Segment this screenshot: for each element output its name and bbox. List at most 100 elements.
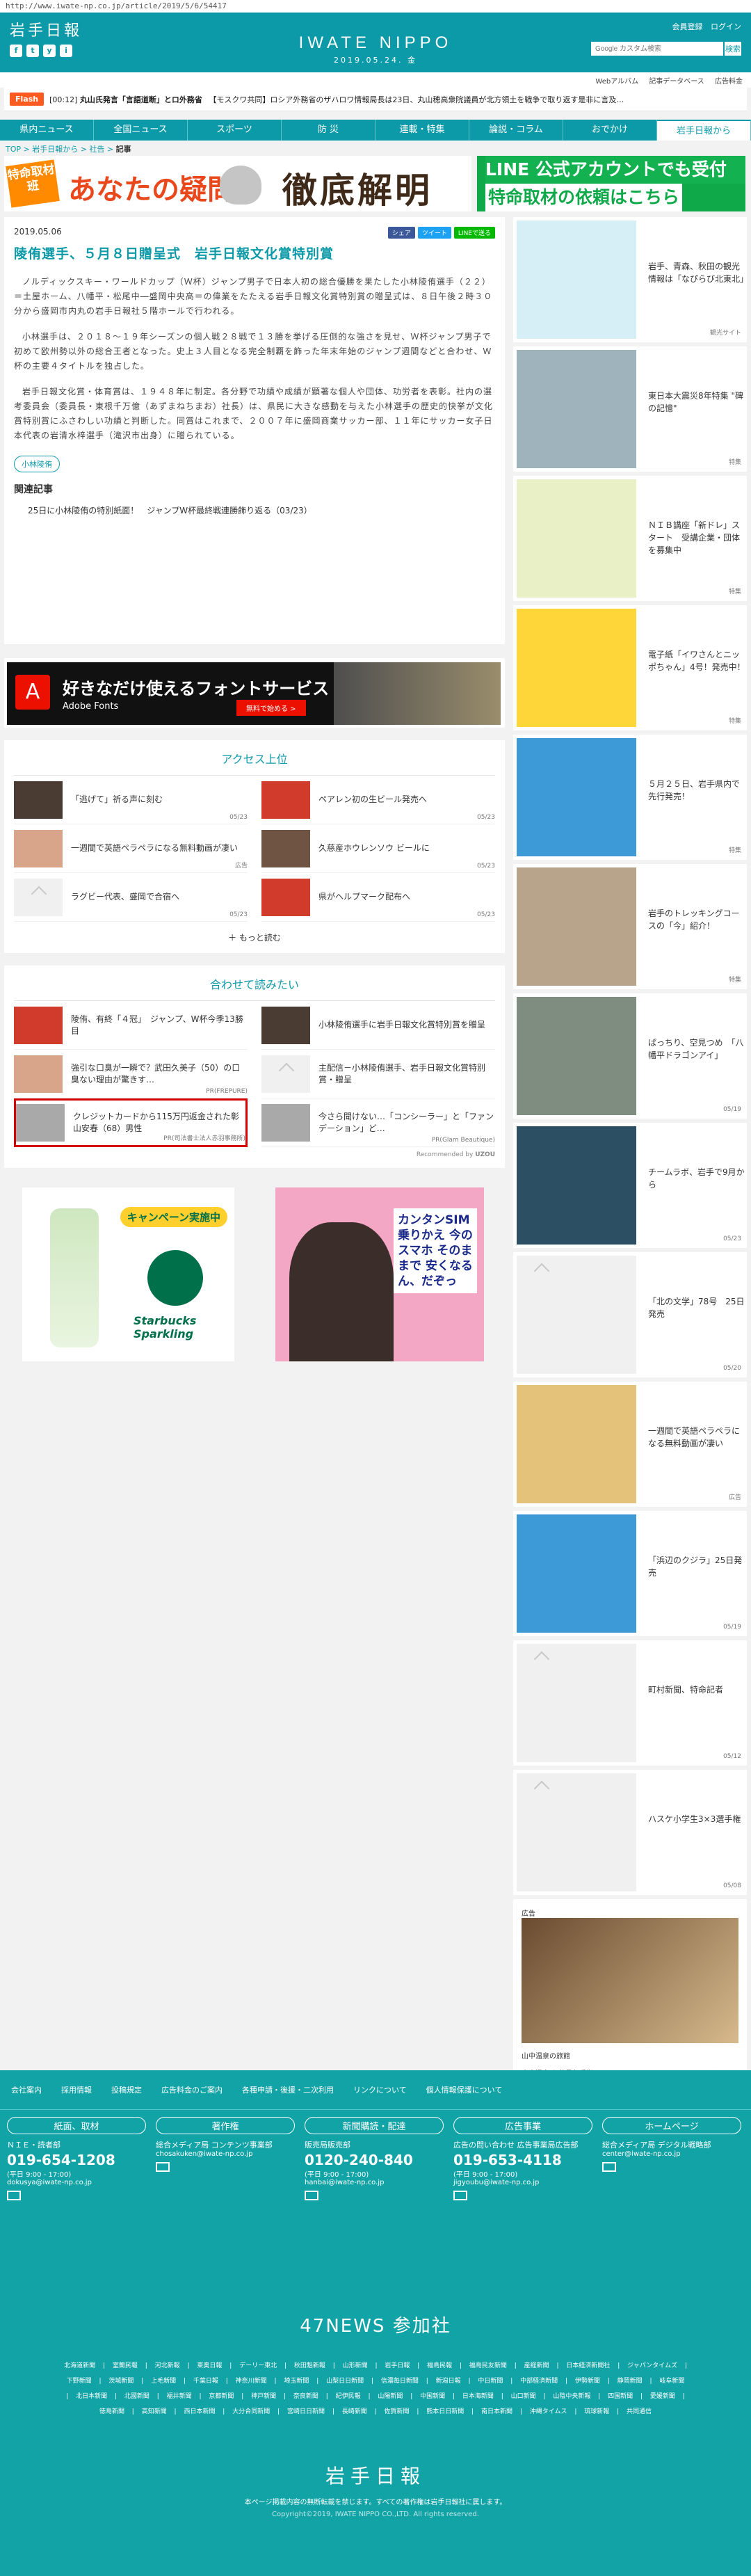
phone-number[interactable]: 019-653-4118 xyxy=(453,2152,592,2168)
sidebar-item[interactable]: 「浜辺のクジラ」25日発売 05/19 xyxy=(513,1511,747,1636)
sidebar-item-date: 広告 xyxy=(728,1494,741,1501)
email-link[interactable]: hanbai@iwate-np.co.jp xyxy=(305,2179,444,2186)
sidebar-item[interactable]: ５月２５日、岩手県内で先行発売！ 特集 xyxy=(513,735,747,860)
line-share-button[interactable]: LINEで送る xyxy=(453,227,495,239)
thumbnail xyxy=(517,867,636,986)
sidebar-item[interactable]: チームラボ、岩手で9月から 05/23 xyxy=(513,1123,747,1248)
footer-link[interactable]: 投稿規定 xyxy=(111,2084,142,2095)
nav-national-news[interactable]: 全国ニュース xyxy=(94,120,188,141)
facebook-icon[interactable]: f xyxy=(10,45,22,57)
email-link[interactable]: chosakuken@iwate-np.co.jp xyxy=(156,2150,295,2158)
footer-link[interactable]: 会社案内 xyxy=(11,2084,42,2095)
search-button[interactable]: 検索 xyxy=(725,42,741,56)
sidebar-item[interactable]: 東日本大震災8年特集 "碑の記憶" 特集 xyxy=(513,346,747,472)
register-link[interactable]: 会員登録 xyxy=(672,22,703,31)
nav-sports[interactable]: スポーツ xyxy=(188,120,282,141)
adobe-fonts-ad[interactable]: A 好きなだけ使えるフォントサービス Adobe Fonts 無料で始める > xyxy=(4,658,505,728)
subnav-album[interactable]: Webアルバム xyxy=(595,78,638,86)
read-together: 合わせて読みたい 陵侑、有終「４冠」 ジャンプ、W杯今季13勝目 小林陵侑選手に… xyxy=(4,966,505,1168)
phone-number[interactable]: 0120-240-840 xyxy=(305,2152,444,2168)
footer-logo[interactable]: 岩手日報 xyxy=(0,2461,751,2489)
related-link[interactable]: 25日に小林陵侑の特別紙面！ ジャンプW杯最終戦連勝飾り返る（03/23） xyxy=(28,504,495,516)
email-link[interactable]: jigyoubu@iwate-np.co.jp xyxy=(453,2179,592,2186)
ranking-item[interactable]: 久慈産ホウレンソウ ビールに 05/23 xyxy=(261,824,495,873)
special-report-banner[interactable]: 特命取材班 あなたの疑問 徹底解明 xyxy=(4,156,471,211)
mail-icon[interactable] xyxy=(7,2191,21,2200)
twitter-icon[interactable]: t xyxy=(26,45,39,57)
ranking-date: 05/23 xyxy=(477,911,495,918)
youtube-icon[interactable]: y xyxy=(43,45,56,57)
tweet-button[interactable]: ツイート xyxy=(417,227,451,239)
sidebar-item[interactable]: 一週間で英語ペラペラになる無料動画が凄い 広告 xyxy=(513,1382,747,1507)
mail-icon[interactable] xyxy=(453,2191,467,2200)
sidebar-item[interactable]: 町村新聞、特命記者 05/12 xyxy=(513,1640,747,1766)
sidebar-item[interactable]: 電子紙「イワさんとニッポちゃん」4号！発売中！ 特集 xyxy=(513,605,747,730)
footer-link[interactable]: 各種申請・後援・二次利用 xyxy=(242,2084,334,2095)
footer-link[interactable]: 広告料金のご案内 xyxy=(161,2084,223,2095)
instagram-icon[interactable]: i xyxy=(60,45,72,57)
nav-series[interactable]: 連載・特集 xyxy=(376,120,469,141)
footer-link[interactable]: リンクについて xyxy=(353,2084,407,2095)
recommended-by[interactable]: Recommended by UZOU xyxy=(14,1151,495,1158)
breadcrumb-notice[interactable]: 社告 xyxy=(89,145,104,154)
breadcrumb-top[interactable]: TOP xyxy=(6,145,21,154)
sidebar-item[interactable]: 岩手、青森、秋田の観光情報は「なぴらび北東北」 観光サイト xyxy=(513,217,748,342)
uq-mobile-ad[interactable]: カンタンSIM乗りかえ 今のスマホ そのままで 安くなるん、だぞっ xyxy=(275,1187,484,1361)
recommend-item[interactable]: 今さら聞けない…「コンシーラー」と「ファンデーション」ど… PR(Glam Bea… xyxy=(261,1098,495,1147)
site-logo[interactable]: 岩手日報 xyxy=(10,18,82,40)
breadcrumb-current: 記事 xyxy=(115,145,131,154)
starbucks-ad[interactable]: キャンペーン実施中 Starbucks Sparkling xyxy=(22,1187,234,1361)
email-link[interactable]: dokusya@iwate-np.co.jp xyxy=(7,2179,146,2186)
nav-disaster[interactable]: 防 災 xyxy=(282,120,376,141)
recommend-item[interactable]: 主配信－小林陵侑選手、岩手日報文化賞特別賞・贈呈 xyxy=(261,1050,495,1098)
partner-papers[interactable]: 北海道新聞 | 室蘭民報 | 河北新報 | 東奥日報 | デーリー東北 | 秋田… xyxy=(63,2358,688,2419)
recommend-item[interactable]: 強引な口臭が一瞬で？武田久美子（50）の口臭ない理由が驚きす… PR(FREPUR… xyxy=(14,1050,248,1098)
flash-text[interactable]: [00:12] 丸山氏発言「言語道断」とロ外務省 【モスクワ共同】ロシア外務省の… xyxy=(49,94,624,105)
contact-heading: ホームページ xyxy=(602,2117,741,2134)
recommend-item[interactable]: 陵侑、有終「４冠」 ジャンプ、W杯今季13勝目 xyxy=(14,1001,248,1050)
mail-icon[interactable] xyxy=(305,2191,318,2200)
footer-link[interactable]: 個人情報保護について xyxy=(426,2084,503,2095)
flash-ticker[interactable]: Flash [00:12] 丸山氏発言「言語道断」とロ外務省 【モスクワ共同】ロ… xyxy=(4,88,747,111)
contact-column: 新聞購読・配達 販売局販売部 0120-240-840 (平日 9:00 - 1… xyxy=(305,2117,444,2200)
nav-outing[interactable]: おでかけ xyxy=(563,120,657,141)
cat-illustration-icon xyxy=(220,166,261,205)
article-tag[interactable]: 小林陵侑 xyxy=(14,456,60,472)
ranking-item[interactable]: 「逃げて」祈る声に刻む 05/23 xyxy=(14,776,248,824)
footer-link[interactable]: 採用情報 xyxy=(61,2084,92,2095)
breadcrumb-from[interactable]: 岩手日報から xyxy=(32,145,78,154)
more-button[interactable]: ＋ もっと読む xyxy=(14,931,495,943)
ranking-item[interactable]: 県がヘルプマーク配布へ 05/23 xyxy=(261,873,495,922)
ranking-text: ラグビー代表、盛岡で合宿へ xyxy=(71,892,180,902)
phone-number[interactable]: 019-654-1208 xyxy=(7,2152,146,2168)
mail-icon[interactable] xyxy=(156,2162,170,2172)
sidebar-item[interactable]: ぱっちり、空見つめ 「八幡平ドラゴンアイ」 05/19 xyxy=(513,993,747,1119)
recommend-item-highlighted[interactable]: クレジットカードから115万円返金された彰山安春（68）男性 PR(司法書士法人赤… xyxy=(14,1098,248,1147)
ranking-item[interactable]: ペアレン初の生ビール発売へ 05/23 xyxy=(261,776,495,824)
sidebar-ad[interactable]: 広告 山中温泉の旅館 山中温泉 お花見久兵衛サイトへ xyxy=(513,1899,747,2087)
facebook-share-button[interactable]: シェア xyxy=(387,227,415,239)
thumbnail xyxy=(517,350,636,468)
sidebar-item[interactable]: ＮＩＢ講座「新ドレ」スタート 受講企業・団体を募集中 特集 xyxy=(513,476,747,601)
mail-icon[interactable] xyxy=(602,2162,616,2172)
subnav-database[interactable]: 記事データベース xyxy=(649,78,704,86)
login-link[interactable]: ログイン xyxy=(711,22,741,31)
sidebar-item[interactable]: ハスケ小学生3×3選手権 05/08 xyxy=(513,1770,747,1895)
line-banner[interactable]: LINE 公式アカウントでも受付 特命取材の依頼はこちら xyxy=(477,156,745,211)
recommend-item[interactable]: 小林陵侑選手に岩手日報文化賞特別賞を贈呈 xyxy=(261,1001,495,1050)
sidebar-item[interactable]: 岩手のトレッキングコースの「今」紹介！ 特集 xyxy=(513,864,747,989)
address-bar[interactable]: http://www.iwate-np.co.jp/article/2019/5… xyxy=(0,0,751,13)
adobe-cta-button[interactable]: 無料で始める > xyxy=(236,700,306,716)
search-input[interactable] xyxy=(591,42,723,56)
nav-prefecture-news[interactable]: 県内ニュース xyxy=(0,120,94,141)
nav-editorial[interactable]: 論説・コラム xyxy=(469,120,563,141)
nav-from-iwate-nippo[interactable]: 岩手日報から xyxy=(657,120,751,141)
sidebar-item[interactable]: 「北の文学」78号 25日発売 05/20 xyxy=(513,1252,747,1377)
article-paragraph: ノルディックスキー・ワールドカップ（Ｗ杯）ジャンプ男子で日本人初の総合優勝を果た… xyxy=(14,277,493,316)
contact-heading: 紙面、取材 xyxy=(7,2117,146,2134)
ranking-item[interactable]: 一週間で英語ペラペラになる無料動画が凄い 広告 xyxy=(14,824,248,873)
ranking-item[interactable]: ラグビー代表、盛岡で合宿へ 05/23 xyxy=(14,873,248,922)
subnav-ad-rates[interactable]: 広告料金 xyxy=(715,78,743,86)
recommend-text: 主配信－小林陵侑選手、岩手日報文化賞特別賞・贈呈 xyxy=(318,1062,486,1085)
email-link[interactable]: center@iwate-np.co.jp xyxy=(602,2150,741,2158)
